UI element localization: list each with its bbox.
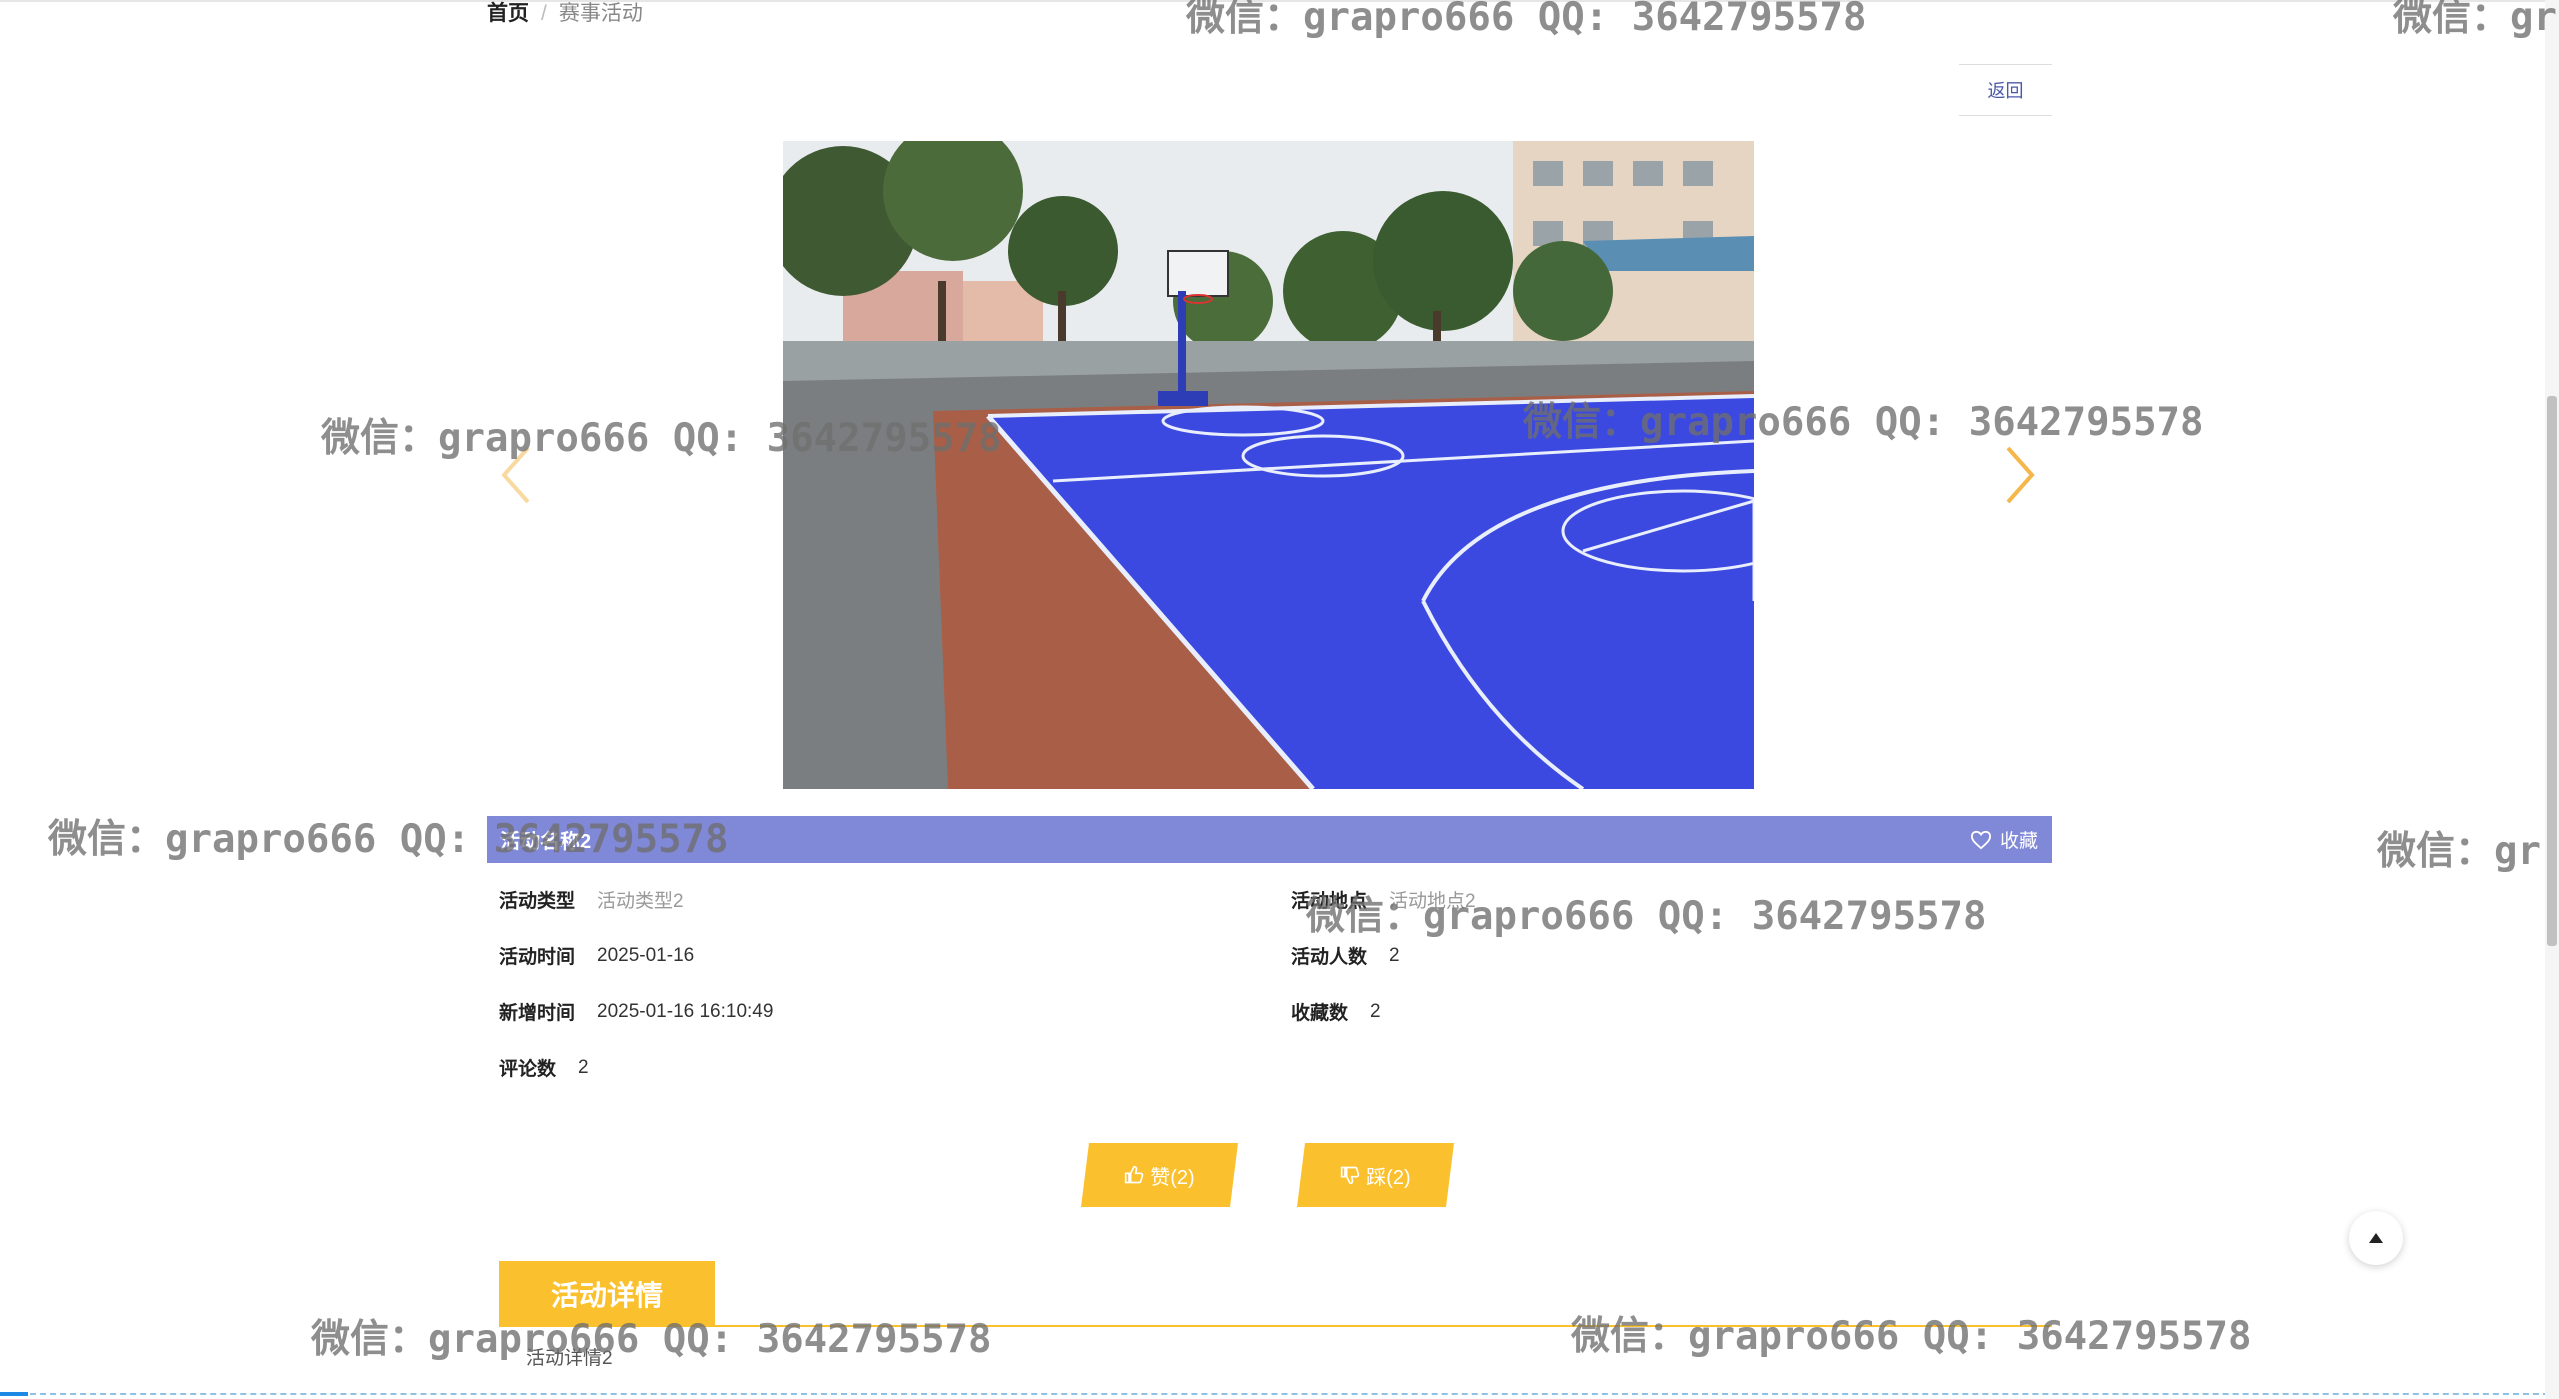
info-time-value: 2025-01-16	[597, 944, 695, 966]
carousel-prev-chevron-left-icon[interactable]	[496, 440, 536, 510]
info-type: 活动类型 活动类型2	[499, 886, 684, 913]
watermark: 微信：gr	[2393, 0, 2557, 40]
scroll-to-top-button[interactable]	[2349, 1211, 2403, 1265]
favorite-label: 收藏	[1999, 831, 2038, 852]
info-comments: 评论数 2	[499, 1054, 589, 1081]
like-button[interactable]: 赞(2)	[1081, 1143, 1238, 1207]
info-type-label: 活动类型	[499, 891, 576, 912]
info-people-label: 活动人数	[1291, 947, 1368, 968]
breadcrumb-home[interactable]: 首页	[487, 0, 529, 28]
detail-underline	[715, 1325, 2052, 1327]
court-photo	[783, 141, 1754, 789]
breadcrumb: 首页 / 赛事活动	[487, 0, 643, 28]
like-label: 赞(2)	[1150, 1166, 1195, 1189]
breadcrumb-current: 赛事活动	[558, 2, 643, 25]
thumbs-down-icon	[1340, 1165, 1360, 1185]
info-favorites-label: 收藏数	[1291, 1003, 1349, 1024]
info-people: 活动人数 2	[1291, 942, 1400, 969]
activity-name: 活动名称2	[500, 831, 592, 853]
info-created: 新增时间 2025-01-16 16:10:49	[499, 998, 773, 1025]
info-favorites: 收藏数 2	[1291, 998, 1381, 1025]
back-button[interactable]: 返回	[1959, 64, 2052, 116]
watermark: 微信：grapro666 QQ: 3642795578	[1186, 0, 1867, 40]
info-created-value: 2025-01-16 16:10:49	[597, 1000, 774, 1022]
breadcrumb-separator: /	[541, 2, 547, 25]
carousel-image	[783, 141, 1754, 789]
info-location: 活动地点 活动地点2	[1291, 886, 1476, 913]
watermark: 微信：gr	[2377, 829, 2541, 874]
dislike-button[interactable]: 踩(2)	[1297, 1143, 1454, 1207]
info-type-value: 活动类型2	[597, 891, 684, 912]
info-favorites-value: 2	[1370, 1000, 1381, 1022]
favorite-button[interactable]: 收藏	[1970, 826, 2038, 853]
tab-activity-detail[interactable]: 活动详情	[499, 1261, 715, 1327]
info-location-value: 活动地点2	[1389, 891, 1476, 912]
info-time-label: 活动时间	[499, 947, 576, 968]
thumbs-up-icon	[1124, 1165, 1144, 1185]
caret-up-icon	[2369, 1233, 2383, 1243]
top-divider	[0, 0, 2559, 2]
info-comments-value: 2	[578, 1056, 589, 1078]
scrollbar-thumb[interactable]	[2547, 396, 2557, 946]
bottom-divider	[0, 1393, 2559, 1395]
watermark: 微信：grapro666 QQ: 3642795578	[1571, 1314, 2252, 1359]
activity-title-bar: 活动名称2 收藏	[487, 816, 2052, 863]
info-time: 活动时间 2025-01-16	[499, 942, 694, 969]
info-people-value: 2	[1389, 944, 1400, 966]
bottom-accent	[0, 1392, 28, 1396]
info-comments-label: 评论数	[499, 1059, 557, 1080]
heart-icon	[1970, 830, 1991, 849]
info-location-label: 活动地点	[1291, 891, 1368, 912]
carousel-next-chevron-right-icon[interactable]	[2000, 440, 2040, 510]
info-created-label: 新增时间	[499, 1003, 576, 1024]
dislike-label: 踩(2)	[1366, 1166, 1411, 1189]
detail-content: 活动详情2	[526, 1348, 613, 1369]
